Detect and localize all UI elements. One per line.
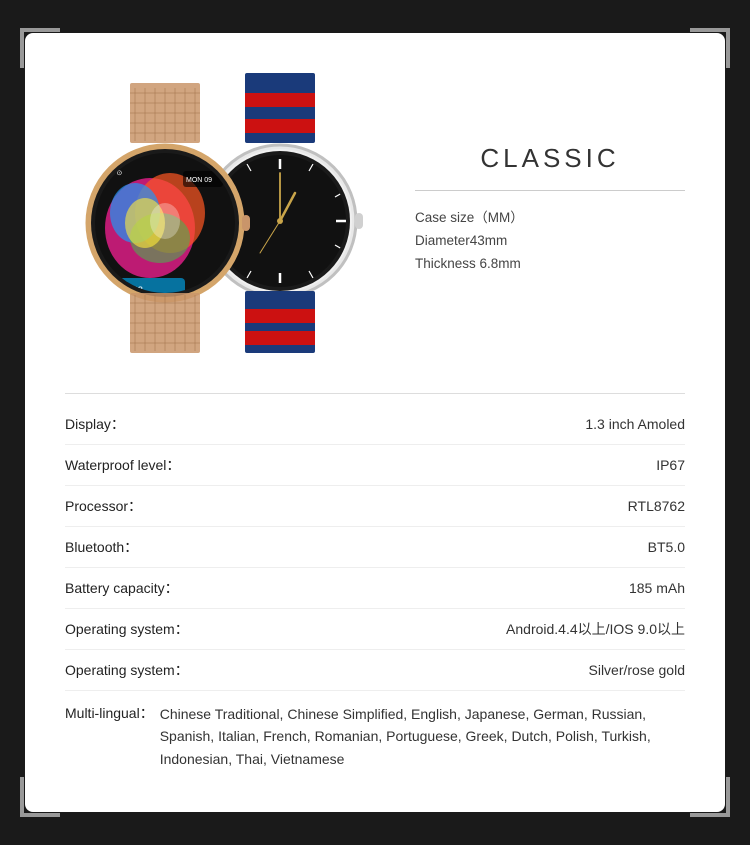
- case-line3: Thickness 6.8mm: [415, 253, 685, 276]
- product-title: CLASSIC: [480, 143, 619, 174]
- multilingual-row: Multi-lingual： Chinese Traditional, Chin…: [65, 691, 685, 782]
- spec-label-waterproof: Waterproof level：: [65, 455, 180, 475]
- multilingual-label: Multi-lingual：: [65, 703, 154, 723]
- svg-text:MON 09: MON 09: [186, 177, 212, 184]
- watch-rose-gold: ♥ 32768 MON 09 ▪▪▪ ⊙: [75, 83, 255, 353]
- multilingual-value: Chinese Traditional, Chinese Simplified,…: [160, 703, 685, 770]
- spec-row-bluetooth: Bluetooth： BT5.0: [65, 527, 685, 568]
- spec-value-color: Silver/rose gold: [589, 662, 686, 678]
- spec-row-os: Operating system： Android.4.4以上/IOS 9.0以…: [65, 609, 685, 650]
- spec-label-processor: Processor：: [65, 496, 142, 516]
- spec-label-battery: Battery capacity：: [65, 578, 179, 598]
- spec-label-display: Display：: [65, 414, 125, 434]
- spec-value-display: 1.3 inch Amoled: [585, 416, 685, 432]
- case-line1: Case size（MM）: [415, 207, 685, 230]
- watch-images: ♥ 32768 MON 09 ▪▪▪ ⊙: [65, 63, 385, 373]
- spec-row-waterproof: Waterproof level： IP67: [65, 445, 685, 486]
- spec-row-processor: Processor： RTL8762: [65, 486, 685, 527]
- product-card: ♥ 32768 MON 09 ▪▪▪ ⊙: [25, 33, 725, 812]
- spec-label-os: Operating system：: [65, 619, 189, 639]
- spec-row-display: Display： 1.3 inch Amoled: [65, 404, 685, 445]
- spec-row-battery: Battery capacity： 185 mAh: [65, 568, 685, 609]
- spec-label-color: Operating system：: [65, 660, 189, 680]
- title-divider: [415, 190, 685, 191]
- top-section: ♥ 32768 MON 09 ▪▪▪ ⊙: [65, 63, 685, 373]
- spec-value-os: Android.4.4以上/IOS 9.0以上: [506, 619, 685, 639]
- spec-value-waterproof: IP67: [656, 457, 685, 473]
- spec-value-processor: RTL8762: [628, 498, 685, 514]
- case-info: Case size（MM） Diameter43mm Thickness 6.8…: [415, 207, 685, 276]
- specs-section: Display： 1.3 inch Amoled Waterproof leve…: [65, 393, 685, 782]
- spec-value-bluetooth: BT5.0: [648, 539, 685, 555]
- spec-value-battery: 185 mAh: [629, 580, 685, 596]
- case-line2: Diameter43mm: [415, 230, 685, 253]
- spec-label-bluetooth: Bluetooth：: [65, 537, 138, 557]
- spec-row-color: Operating system： Silver/rose gold: [65, 650, 685, 691]
- product-info: CLASSIC Case size（MM） Diameter43mm Thick…: [385, 63, 685, 276]
